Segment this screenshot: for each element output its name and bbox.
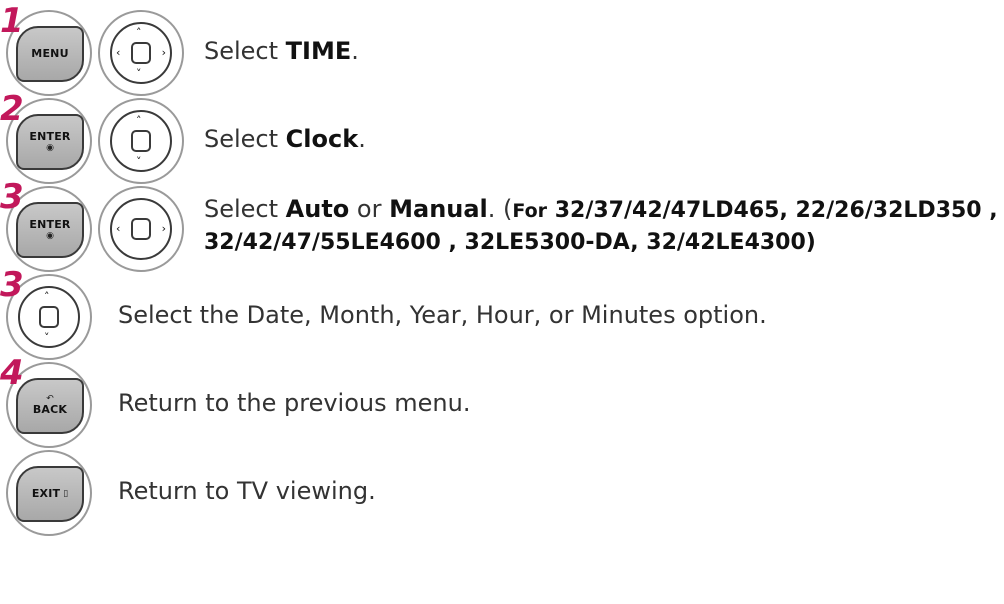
chevron-down-icon: ˅ — [136, 67, 142, 80]
chevron-right-icon: › — [161, 46, 166, 59]
step-number: 1 — [0, 1, 24, 41]
step-3b: 3 ˄ ˅ Select the Date, Month, Year, Hour… — [0, 268, 1004, 374]
ok-square-icon — [131, 42, 151, 64]
step-2: 2 ENTER ◉ ˄ ˅ Select Clock. — [0, 92, 1004, 198]
chevron-right-icon: › — [161, 222, 166, 235]
step-instruction: Return to TV viewing. — [118, 477, 376, 505]
exit-button-ring: EXIT ▯ — [6, 450, 92, 536]
step-instruction: Select TIME. — [204, 37, 359, 65]
chevron-up-icon: ˄ — [44, 290, 50, 303]
chevron-up-icon: ˄ — [136, 26, 142, 39]
nav-4way-icon: ˄ ˅ ‹ › — [98, 10, 184, 96]
step-4: 4 ↶ BACK Return to the previous menu. — [0, 356, 1004, 462]
step-exit: EXIT ▯ Return to TV viewing. — [0, 450, 1004, 550]
nav-leftright-icon: ‹ › — [98, 186, 184, 272]
step-number: 3 — [0, 177, 24, 217]
step-instruction: Select Clock. — [204, 125, 366, 153]
exit-key-icon: EXIT ▯ — [16, 466, 84, 522]
back-key-icon: ↶ BACK — [16, 378, 84, 434]
step-instruction: Return to the previous menu. — [118, 389, 471, 417]
chevron-up-icon: ˄ — [136, 114, 142, 127]
step-number: 4 — [0, 353, 24, 393]
ok-square-icon — [131, 218, 151, 240]
step-number: 3 — [0, 265, 24, 305]
step-number: 2 — [0, 89, 24, 129]
step-instruction: Select Auto or Manual. (For 32/37/42/47L… — [204, 195, 998, 223]
chevron-down-icon: ˅ — [44, 331, 50, 344]
enter-key-icon: ENTER ◉ — [16, 202, 84, 258]
chevron-down-icon: ˅ — [136, 155, 142, 168]
ok-square-icon — [39, 306, 59, 328]
ok-square-icon — [131, 130, 151, 152]
chevron-left-icon: ‹ — [116, 222, 121, 235]
chevron-left-icon: ‹ — [116, 46, 121, 59]
step-instruction: Select the Date, Month, Year, Hour, or M… — [118, 301, 767, 329]
step-3a: 3 ENTER ◉ ‹ › Select Auto or Manual. (Fo… — [0, 180, 1004, 286]
model-list: 32/42/47/55LE4600 , 32LE5300-DA, 32/42LE… — [204, 230, 816, 255]
nav-updown-icon: ˄ ˅ — [98, 98, 184, 184]
enter-key-icon: ENTER ◉ — [16, 114, 84, 170]
step-1: 1 MENU ˄ ˅ ‹ › Select TIME. — [0, 4, 1004, 110]
menu-key-icon: MENU — [16, 26, 84, 82]
